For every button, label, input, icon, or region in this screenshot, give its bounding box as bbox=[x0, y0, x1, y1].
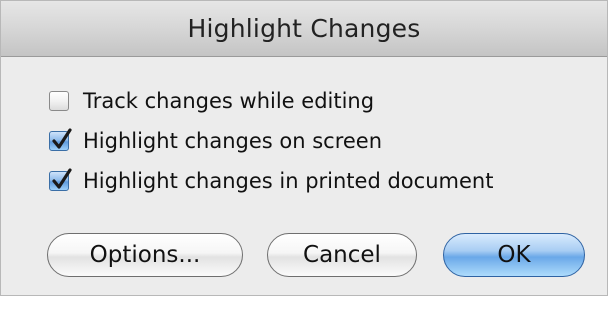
highlight-in-print-option[interactable]: Highlight changes in printed document bbox=[49, 167, 493, 195]
track-changes-option[interactable]: Track changes while editing bbox=[49, 87, 493, 115]
track-changes-label: Track changes while editing bbox=[83, 89, 375, 113]
cancel-button[interactable]: Cancel bbox=[267, 233, 417, 277]
highlight-in-print-label: Highlight changes in printed document bbox=[83, 169, 494, 193]
track-changes-checkbox[interactable] bbox=[49, 91, 69, 111]
highlight-on-screen-label: Highlight changes on screen bbox=[83, 129, 383, 153]
highlight-changes-dialog: Highlight Changes Track changes while ed… bbox=[0, 0, 608, 296]
dialog-title: Highlight Changes bbox=[187, 14, 421, 43]
checkmark-icon bbox=[52, 128, 72, 149]
title-bar[interactable]: Highlight Changes bbox=[1, 1, 607, 57]
button-row: Options... Cancel OK bbox=[47, 233, 593, 279]
options-button[interactable]: Options... bbox=[47, 233, 243, 277]
options-list: Track changes while editing Highlight ch… bbox=[49, 87, 493, 207]
highlight-on-screen-checkbox[interactable] bbox=[49, 128, 72, 151]
checkmark-icon bbox=[52, 168, 72, 189]
ok-button[interactable]: OK bbox=[443, 233, 585, 277]
highlight-on-screen-option[interactable]: Highlight changes on screen bbox=[49, 127, 493, 155]
highlight-in-print-checkbox[interactable] bbox=[49, 168, 72, 191]
